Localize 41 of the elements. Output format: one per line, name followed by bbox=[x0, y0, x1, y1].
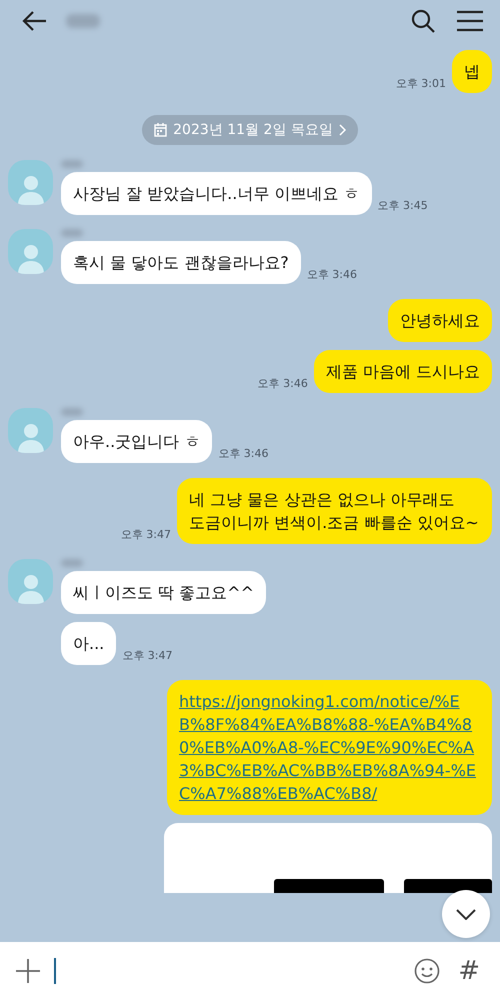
add-button[interactable] bbox=[14, 957, 42, 985]
smiley-icon bbox=[414, 958, 440, 984]
plus-icon bbox=[16, 959, 40, 983]
message-link[interactable]: https://jongnoking1.com/notice/%EB%8F%84%EA%B8%88-%EA%B4%80%EB%A0%A8-%EC%9E%90%EC%A3%BC%EB%AC%BB%EB%8A%94-%EC%A7%88%EB%AC%B8/ bbox=[179, 690, 480, 805]
emoji-button[interactable] bbox=[412, 956, 442, 986]
hashtag-button[interactable]: # bbox=[454, 956, 484, 986]
message-bubble: 사장님 잘 받았습니다..너무 이쁘네요 ㅎ bbox=[61, 172, 372, 215]
message-bubble: 아우..굿입니다 ㅎ bbox=[61, 420, 212, 463]
message-bubble: 넵 bbox=[452, 50, 492, 93]
blurred-name bbox=[61, 229, 83, 237]
message-time: 오후 3:46 bbox=[258, 376, 308, 391]
message-bubble: 혹시 물 닿아도 괜찮을라나요? bbox=[61, 241, 301, 284]
calendar-icon bbox=[154, 123, 168, 137]
message-time: 오후 3:01 bbox=[396, 76, 446, 91]
message-bubble: 씨ㅣ이즈도 딱 좋고요^^ bbox=[61, 571, 266, 614]
person-icon bbox=[16, 173, 46, 205]
chevron-right-icon bbox=[338, 124, 346, 136]
message-time: 오후 3:47 bbox=[120, 527, 171, 542]
blurred-title bbox=[66, 14, 100, 28]
message-time: 오후 3:47 bbox=[122, 648, 172, 663]
scroll-down-button[interactable] bbox=[442, 890, 490, 938]
chevron-down-icon bbox=[456, 908, 476, 920]
back-icon bbox=[22, 10, 48, 32]
person-icon bbox=[16, 421, 46, 453]
message-time: 오후 3:46 bbox=[218, 446, 268, 461]
link-preview-card[interactable] bbox=[164, 823, 492, 893]
message-bubble: 안녕하세요 bbox=[388, 299, 492, 342]
person-icon bbox=[16, 572, 46, 604]
message-time: 오후 3:46 bbox=[306, 267, 357, 282]
message-bubble: 네 그냥 물은 상관은 없으나 아무래도 도금이니까 변색이.조금 빠를순 있어요~ bbox=[177, 478, 492, 544]
date-divider[interactable]: 2023년 11월 2일 목요일 bbox=[142, 115, 358, 145]
message-bubble: 아... bbox=[61, 622, 116, 665]
blurred-name bbox=[61, 160, 83, 168]
message-bubble: 제품 마음에 드시나요 bbox=[314, 350, 492, 393]
blurred-name bbox=[61, 408, 83, 416]
menu-button[interactable] bbox=[454, 8, 486, 34]
menu-icon bbox=[456, 10, 484, 32]
blurred-name bbox=[61, 559, 83, 567]
person-icon bbox=[16, 242, 46, 274]
message-time: 오후 3:45 bbox=[378, 198, 428, 213]
search-icon bbox=[410, 8, 436, 34]
